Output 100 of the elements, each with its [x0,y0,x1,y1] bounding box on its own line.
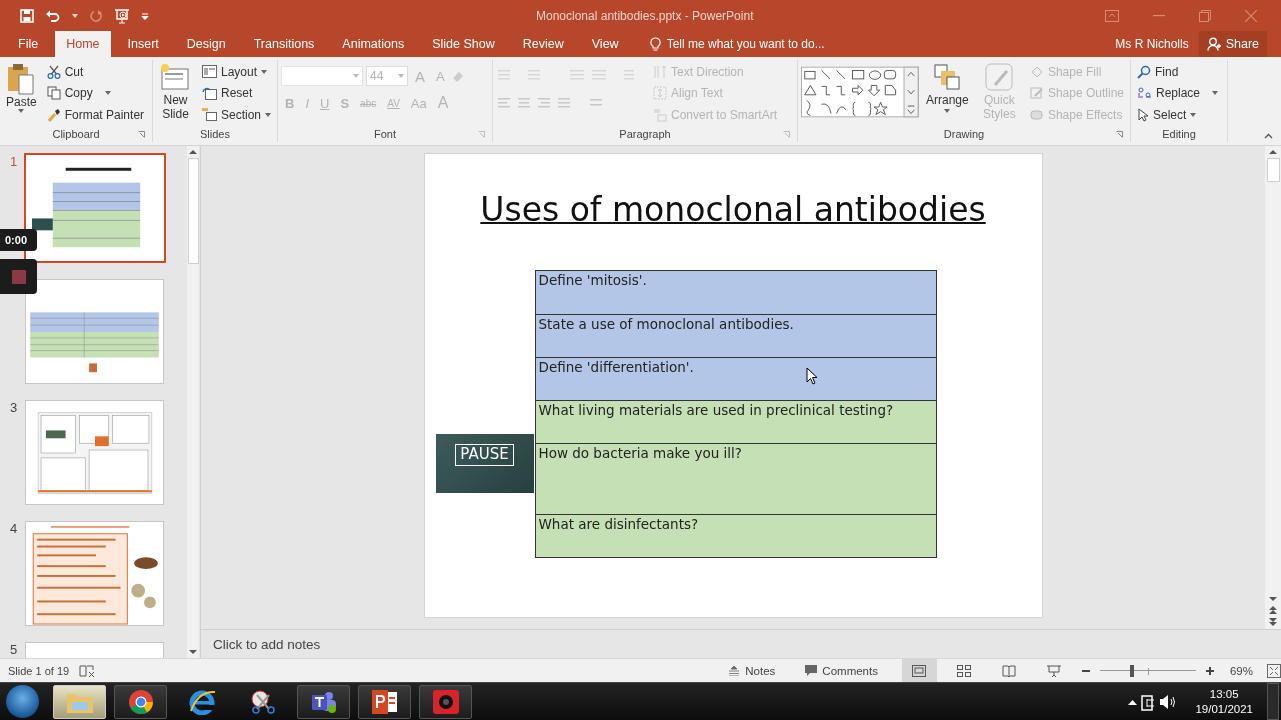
previous-slide-icon[interactable] [1268,605,1278,615]
scroll-down-icon[interactable] [1268,595,1278,603]
fit-slide-icon[interactable] [1267,663,1281,678]
group-label: Font [374,128,396,140]
new-slide-button[interactable]: New Slide [156,61,195,123]
browser-circle-icon [127,688,154,715]
paint-bucket-icon [1029,64,1044,79]
taskbar-app[interactable] [114,684,167,719]
scrollbar-thumb[interactable] [187,158,199,264]
slide-counter: Slide 1 of 19 [8,664,70,677]
ribbon-tab[interactable]: Slide Show [421,31,506,57]
slide-number: 4 [9,521,19,536]
caret-icon [104,91,111,96]
clipboard-icon [7,63,36,95]
next-slide-icon[interactable] [1268,617,1278,627]
projector-screen-icon [1047,664,1062,677]
save-icon[interactable] [20,8,34,23]
caret-icon [1190,112,1197,117]
section-button[interactable]: Section [198,104,274,126]
notes-icon [728,665,741,676]
clock-date[interactable]: 19/01/2021 [1195,701,1253,717]
paintbrush-icon [46,107,61,122]
zoom-in-icon[interactable] [1205,666,1214,675]
ribbon-tab[interactable]: Animations [331,31,416,57]
zoom-slider-thumb[interactable] [1129,664,1134,677]
collapse-ribbon-icon[interactable] [1264,133,1273,139]
group-label: Clipboard [52,128,100,140]
reset-button[interactable]: Reset [198,82,274,104]
mouse-pointer-icon [805,367,818,385]
table-cell: State a use of monoclonal antibodies. [535,314,936,357]
dialog-launcher-icon[interactable] [1116,131,1123,138]
copy-button[interactable]: Copy [43,82,148,104]
start-button[interactable] [6,685,39,718]
power-plug-icon[interactable] [1141,692,1156,711]
caret-icon [353,74,359,78]
slide-thumbnail[interactable] [25,521,164,626]
taskbar-app[interactable] [297,684,350,719]
scroll-up-icon[interactable] [1268,148,1278,156]
slide-thumbnail[interactable] [25,279,164,384]
slide-number: 1 [9,154,19,169]
paste-button[interactable]: Paste [3,61,40,115]
scrollbar-thumb[interactable] [1266,158,1280,182]
find-button[interactable]: Find [1134,61,1222,83]
user-name[interactable]: Ms R Nicholls [1115,37,1189,51]
show-hidden-icons-icon[interactable] [1128,698,1138,705]
arrange-button[interactable]: Arrange [923,61,972,115]
presentation-icon[interactable] [114,7,130,24]
stop-icon [11,269,26,284]
comment-icon [805,665,818,676]
scroll-down-icon[interactable] [188,648,198,656]
comments-button[interactable]: Comments [799,663,884,678]
group-label: Paragraph [619,128,671,140]
ribbon-tab[interactable]: File [7,31,50,57]
tell-me-search[interactable]: Tell me what you want to do... [649,31,825,57]
group-label: Editing [1162,128,1196,140]
caret-icon [1212,91,1219,96]
layout-button[interactable]: Layout [198,61,274,83]
ribbon-tab[interactable]: Insert [116,31,170,57]
scroll-up-icon[interactable] [188,148,198,156]
ribbon-tab[interactable]: Review [511,31,575,57]
taskbar-app[interactable] [358,684,411,719]
scissors-icon [46,64,61,79]
recording-timer: 0:00 [0,229,37,251]
cut-button[interactable]: Cut [43,61,148,83]
ribbon-tab[interactable]: Transitions [242,31,326,57]
format-painter-button[interactable]: Format Painter [43,104,148,126]
zoom-level[interactable]: 69% [1229,664,1253,677]
caret-icon [398,74,404,78]
dialog-launcher-icon[interactable] [138,131,145,138]
notes-button[interactable]: Notes [722,663,782,678]
caret-icon[interactable] [72,13,78,18]
slide-thumbnail[interactable] [25,400,164,505]
reset-icon [201,86,217,100]
letter-e-icon [187,688,216,715]
slide-number: 5 [9,642,19,657]
notes-field[interactable]: Click to add notes [201,630,1281,658]
ribbon-tab[interactable]: View [580,31,630,57]
select-button[interactable]: Select [1134,104,1222,126]
undo-icon[interactable] [45,8,61,23]
replace-icon [1137,86,1152,101]
table-cell: What are disinfectants? [535,514,936,557]
grid-icon [957,664,972,677]
replace-button[interactable]: Replace [1134,82,1222,104]
ribbon-tab[interactable]: Home [55,31,111,57]
arrange-icon [933,63,962,91]
normal-view-button[interactable] [901,659,937,682]
share-button[interactable]: Share [1198,31,1267,57]
customize-icon[interactable] [141,11,149,20]
shapes-gallery[interactable] [801,65,919,119]
quick-styles-icon [985,63,1014,91]
camera-lens-icon [431,688,460,715]
normal-view-icon [912,664,927,677]
clock-time[interactable]: 13:05 [1209,686,1239,702]
spelling-icon[interactable] [79,663,96,678]
speaker-icon[interactable] [1159,693,1178,710]
table-cell: Define 'mitosis'. [535,271,936,314]
ribbon-tab[interactable]: Design [175,31,237,57]
caret-icon [261,69,267,74]
text-direction-icon [653,64,667,79]
group-label: Slides [200,128,230,140]
